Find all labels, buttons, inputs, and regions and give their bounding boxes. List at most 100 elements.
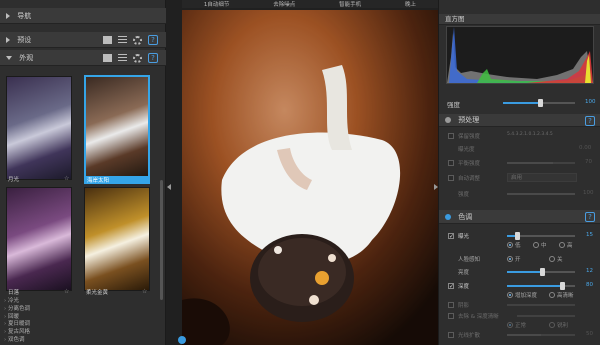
clarity-opt-label: 正常 [515, 323, 527, 329]
prep-label: 强度 [458, 192, 470, 198]
list-view-icon[interactable] [118, 54, 127, 62]
toolbar-item[interactable]: 去除噪点 [273, 0, 295, 8]
preset-thumbnail[interactable] [6, 187, 72, 291]
preset-thumbnail-selected[interactable] [84, 75, 150, 179]
clarity-opt-label: 锐利 [557, 323, 569, 329]
clarity-slider[interactable] [517, 315, 575, 317]
collapse-left-arrow-icon[interactable] [167, 184, 171, 190]
portrait-opt-label: 关 [557, 257, 563, 263]
brightness-value: 12 [586, 268, 593, 274]
photo-image [182, 10, 438, 345]
exposure-opt-radio[interactable] [533, 242, 539, 248]
look-header[interactable]: 外观 ? [0, 50, 166, 66]
portrait-opt-radio[interactable] [549, 256, 555, 262]
preset-thumbnail[interactable] [84, 187, 150, 291]
preset-title: 预设 [17, 36, 32, 44]
module-toggle-icon[interactable] [445, 214, 451, 220]
collapse-arrow-icon [6, 56, 12, 60]
star-icon[interactable]: ☆ [142, 288, 147, 295]
auto-adjust-dropdown[interactable]: 启用 [507, 173, 577, 182]
preset-label: 柔光金黄 [86, 290, 109, 296]
help-icon[interactable]: ? [585, 212, 595, 222]
balance-slider[interactable] [507, 162, 575, 164]
left-panel: 导航 预设 ? 外观 ? 月光 ☆ 海岸太阳 日落 ☆ 柔光金黄 ☆ › 冷光 … [0, 0, 166, 345]
tone-header[interactable]: 色调 ? [439, 210, 600, 224]
portrait-opt-radio[interactable] [507, 256, 513, 262]
navigator-dot-icon[interactable] [178, 336, 186, 344]
prep-value: 0.00 [579, 145, 592, 151]
checkbox[interactable] [448, 313, 454, 319]
prep-value: 70 [585, 159, 592, 165]
checkbox[interactable]: ✓ [448, 283, 454, 290]
star-icon[interactable]: ☆ [64, 288, 69, 295]
help-icon[interactable]: ? [148, 53, 158, 63]
list-item[interactable]: 冷光 [4, 298, 154, 306]
preprocess-header[interactable]: 预处理 ? [439, 114, 600, 127]
preset-toolbar: 1自动细节 去除噪点 智能手机 晚上 [182, 0, 438, 8]
preset-label: 月光 [8, 177, 20, 183]
toolbar-item[interactable]: 晚上 [405, 0, 416, 8]
module-toggle-icon[interactable] [445, 117, 451, 123]
shadow-slider[interactable] [507, 304, 575, 306]
list-item[interactable]: 复古风格 [4, 329, 154, 337]
preset-thumbnail[interactable] [6, 76, 72, 180]
prep-scale: 5.4.3.2.1.0.1.2.3.4.5 [507, 132, 553, 137]
tone-title: 色调 [458, 213, 473, 221]
clarity-opt-radio[interactable] [549, 322, 555, 328]
checkbox[interactable] [448, 160, 454, 166]
checkbox[interactable] [448, 133, 454, 139]
exposure-opt-label: 中 [541, 243, 547, 249]
strength-label: 强度 [447, 101, 460, 109]
depth-value: 80 [586, 282, 593, 288]
prep-label: 保留强度 [458, 134, 481, 140]
checkbox[interactable] [448, 175, 454, 181]
depth-label: 深度 [458, 284, 470, 290]
list-view-icon[interactable] [118, 36, 127, 44]
prep-value: 100 [583, 190, 594, 196]
toolbar-item[interactable]: 1自动细节 [204, 0, 230, 8]
brightness-label: 亮度 [458, 270, 470, 276]
glow-value: 50 [586, 331, 593, 337]
gear-icon[interactable] [133, 35, 142, 45]
help-icon[interactable]: ? [148, 35, 158, 45]
glow-slider[interactable] [507, 334, 575, 336]
exposure-opt-radio[interactable] [559, 242, 565, 248]
brightness-slider[interactable] [507, 268, 575, 276]
prep-label: 曝光度 [458, 147, 475, 153]
expand-arrow-icon [6, 13, 10, 19]
nav-title: 导航 [17, 12, 32, 20]
checkbox[interactable] [448, 332, 454, 338]
strength-slider[interactable] [503, 99, 575, 107]
depth-slider[interactable] [507, 282, 575, 290]
exposure-slider[interactable] [507, 232, 575, 240]
glow-label: 光线扩散 [458, 333, 481, 339]
scrollbar[interactable] [160, 180, 163, 300]
depth-opt-radio[interactable] [507, 292, 513, 298]
exposure-opt-radio[interactable] [507, 242, 513, 248]
preprocess-title: 预处理 [458, 116, 480, 124]
preset-label: 日落 [8, 290, 20, 296]
expand-arrow-icon [6, 37, 10, 43]
help-icon[interactable]: ? [585, 116, 595, 126]
nav-header[interactable]: 导航 [0, 8, 166, 24]
histogram [446, 26, 594, 84]
histogram-header[interactable]: 直方图 [439, 14, 600, 25]
checkbox[interactable]: ✓ [448, 233, 454, 240]
checkbox[interactable] [448, 302, 454, 308]
clarity-opt-radio[interactable] [507, 322, 513, 328]
list-item[interactable]: 分离色调 [4, 306, 154, 314]
prep-strength-slider[interactable] [507, 193, 575, 195]
look-category-list: 冷光 分离色调 回暖 夏日暖调 复古风格 双色调 [4, 298, 154, 345]
exposure-value: 15 [586, 232, 593, 238]
star-icon[interactable]: ☆ [64, 175, 69, 182]
portrait-opt-label: 开 [515, 257, 521, 263]
depth-opt-radio[interactable] [549, 292, 555, 298]
preset-header[interactable]: 预设 ? [0, 32, 166, 48]
grid-view-icon[interactable] [103, 54, 112, 62]
gear-icon[interactable] [133, 53, 142, 63]
toolbar-item[interactable]: 智能手机 [339, 0, 361, 8]
photo-preview[interactable] [182, 10, 438, 345]
list-item[interactable]: 双色调 [4, 337, 154, 345]
grid-view-icon[interactable] [103, 36, 112, 44]
histogram-graph [447, 27, 593, 83]
